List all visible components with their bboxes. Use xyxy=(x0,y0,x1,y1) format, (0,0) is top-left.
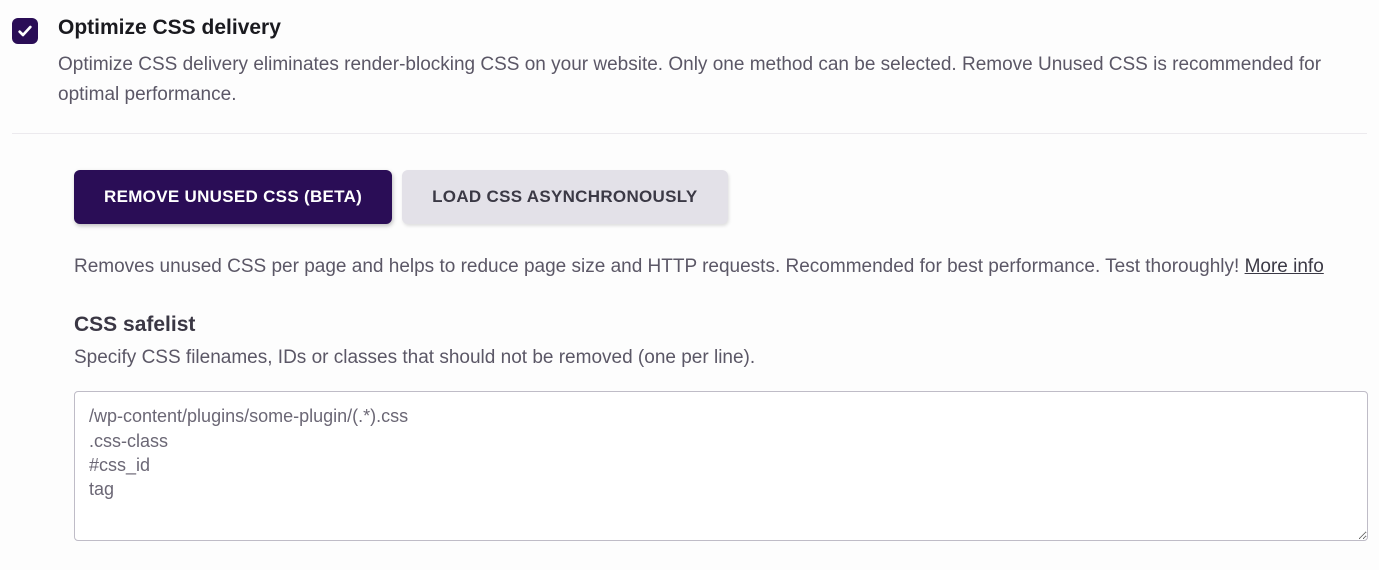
optimize-css-section: Optimize CSS delivery Optimize CSS deliv… xyxy=(0,0,1379,570)
css-safelist-textarea[interactable] xyxy=(74,391,1368,541)
more-info-link[interactable]: More info xyxy=(1245,256,1324,277)
option-description: Optimize CSS delivery eliminates render-… xyxy=(58,50,1343,111)
option-header-text: Optimize CSS delivery Optimize CSS deliv… xyxy=(58,16,1367,111)
css-safelist-title: CSS safelist xyxy=(74,313,1355,337)
css-safelist-description: Specify CSS filenames, IDs or classes th… xyxy=(74,347,1355,369)
tab-description: Removes unused CSS per page and helps to… xyxy=(74,252,1355,281)
tab-remove-unused-css[interactable]: REMOVE UNUSED CSS (BETA) xyxy=(74,170,392,224)
check-icon xyxy=(17,23,33,39)
tab-load-css-async[interactable]: LOAD CSS ASYNCHRONOUSLY xyxy=(402,170,727,224)
optimize-css-checkbox[interactable] xyxy=(12,18,38,44)
option-header: Optimize CSS delivery Optimize CSS deliv… xyxy=(12,16,1367,134)
tab-description-text: Removes unused CSS per page and helps to… xyxy=(74,256,1245,277)
option-title: Optimize CSS delivery xyxy=(58,16,1343,40)
css-delivery-tabs: REMOVE UNUSED CSS (BETA) LOAD CSS ASYNCH… xyxy=(74,170,1355,224)
option-body: REMOVE UNUSED CSS (BETA) LOAD CSS ASYNCH… xyxy=(12,134,1367,570)
